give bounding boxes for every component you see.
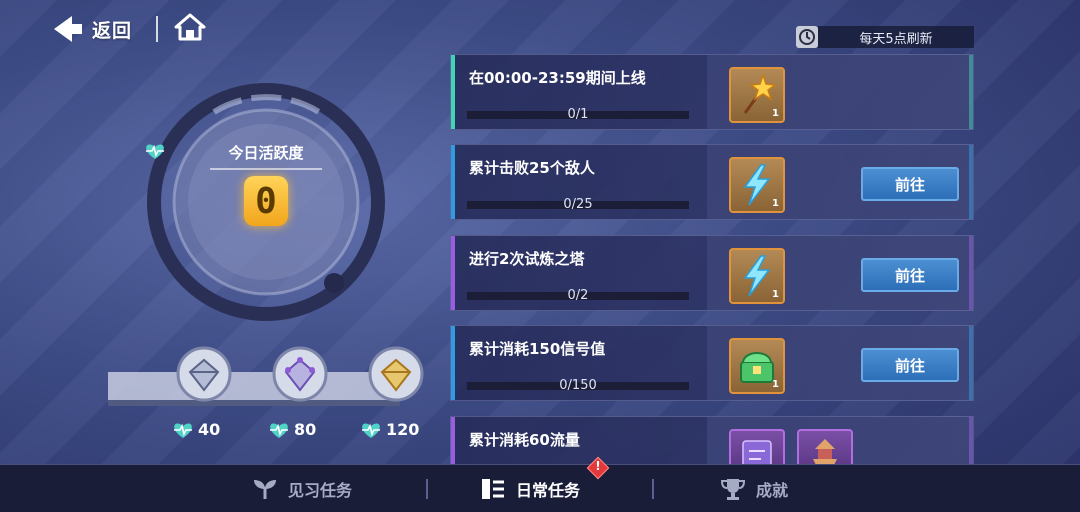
task-row: 进行2次试炼之塔 0/2 1 前往 bbox=[450, 235, 974, 311]
home-icon bbox=[174, 13, 206, 41]
reward-item[interactable] bbox=[797, 429, 853, 464]
nav-divider bbox=[156, 16, 159, 42]
reward-count: 1 bbox=[772, 289, 779, 300]
tab-label: 日常任务 bbox=[516, 481, 581, 500]
reward-count: 1 bbox=[772, 198, 779, 209]
task-row: 累计消耗150信号值 0/150 1 前往 bbox=[450, 325, 974, 401]
heart-pulse-icon bbox=[146, 144, 164, 159]
heart-pulse-icon bbox=[270, 423, 288, 438]
activity-title-text: 今日活跃度 bbox=[228, 144, 304, 162]
checklist-icon bbox=[482, 479, 504, 499]
chest-120[interactable] bbox=[368, 346, 424, 402]
tab-achievements[interactable]: 成就 bbox=[720, 465, 788, 512]
refresh-text: 每天5点刷新 bbox=[818, 26, 974, 48]
activity-progress-bar bbox=[108, 372, 400, 406]
tab-apprentice-tasks[interactable]: 见习任务 bbox=[252, 465, 352, 512]
reward-item[interactable]: 1 bbox=[729, 338, 785, 394]
trophy-icon bbox=[720, 479, 746, 500]
task-accent bbox=[451, 55, 455, 129]
sprout-icon bbox=[254, 480, 276, 499]
task-name: 进行2次试炼之塔 bbox=[469, 250, 585, 268]
task-name: 累计消耗150信号值 bbox=[469, 340, 606, 358]
milestone-points: 40 bbox=[198, 420, 221, 439]
reward-item[interactable] bbox=[729, 429, 785, 464]
heart-pulse-icon bbox=[362, 423, 380, 438]
reward-item[interactable]: 1 bbox=[729, 248, 785, 304]
tab-label: 见习任务 bbox=[288, 481, 353, 500]
go-button[interactable]: 前往 bbox=[861, 258, 959, 292]
chest-40[interactable] bbox=[176, 346, 232, 402]
home-button[interactable] bbox=[174, 13, 206, 45]
top-nav: 返回 bbox=[52, 12, 206, 46]
activity-value: 0 bbox=[244, 176, 288, 226]
milestone-40: 40 bbox=[172, 420, 220, 439]
task-accent bbox=[451, 417, 455, 464]
heart-pulse-icon bbox=[174, 423, 192, 438]
reward-count: 1 bbox=[772, 108, 779, 119]
chest-80[interactable] bbox=[272, 346, 328, 402]
card-icon bbox=[742, 440, 772, 464]
task-list[interactable]: 在00:00-23:59期间上线 0/1 1 累计击败25个敌人 0/25 1 … bbox=[450, 52, 976, 464]
refresh-banner: 每天5点刷新 bbox=[796, 26, 974, 48]
task-accent bbox=[451, 145, 455, 219]
pagoda-icon bbox=[813, 439, 837, 464]
tab-divider bbox=[652, 479, 654, 499]
reward-count: 1 bbox=[772, 379, 779, 390]
notification-badge-mark: ! bbox=[595, 459, 601, 473]
tab-divider bbox=[426, 479, 428, 499]
task-progress-text: 0/1 bbox=[567, 107, 589, 122]
go-button[interactable]: 前往 bbox=[861, 167, 959, 201]
milestone-120: 120 bbox=[360, 420, 419, 439]
bottom-tab-bar: 见习任务 日常任务 成就 bbox=[0, 464, 1080, 512]
milestone-points: 80 bbox=[294, 420, 317, 439]
silver-chest-icon bbox=[176, 346, 232, 402]
tab-daily-tasks[interactable]: 日常任务 bbox=[480, 465, 580, 512]
activity-title: 今日活跃度 bbox=[144, 142, 388, 163]
tab-label: 成就 bbox=[756, 481, 789, 500]
purple-chest-icon bbox=[272, 346, 328, 402]
task-row: 在00:00-23:59期间上线 0/1 1 bbox=[450, 54, 974, 130]
task-progress-text: 0/150 bbox=[559, 378, 597, 393]
task-accent bbox=[451, 326, 455, 400]
reward-item[interactable]: 1 bbox=[729, 157, 785, 213]
reward-item[interactable]: 1 bbox=[729, 67, 785, 123]
task-row: 累计消耗60流量 bbox=[450, 416, 974, 464]
activity-ring: 今日活跃度 0 bbox=[144, 80, 388, 324]
gold-chest-icon bbox=[368, 346, 424, 402]
task-name: 累计击败25个敌人 bbox=[469, 159, 595, 177]
task-accent bbox=[451, 236, 455, 310]
task-name: 累计消耗60流量 bbox=[469, 431, 580, 449]
milestone-points: 120 bbox=[386, 420, 420, 439]
milestone-80: 80 bbox=[268, 420, 316, 439]
task-progress-text: 0/25 bbox=[563, 197, 593, 212]
clock-icon bbox=[796, 26, 818, 48]
back-arrow-icon bbox=[54, 16, 82, 42]
task-row: 累计击败25个敌人 0/25 1 前往 bbox=[450, 144, 974, 220]
back-label: 返回 bbox=[92, 19, 133, 42]
task-progress-text: 0/2 bbox=[567, 288, 589, 303]
title-underline bbox=[210, 168, 322, 170]
go-button[interactable]: 前往 bbox=[861, 348, 959, 382]
task-name: 在00:00-23:59期间上线 bbox=[469, 69, 646, 87]
back-button[interactable]: 返回 bbox=[52, 14, 132, 44]
